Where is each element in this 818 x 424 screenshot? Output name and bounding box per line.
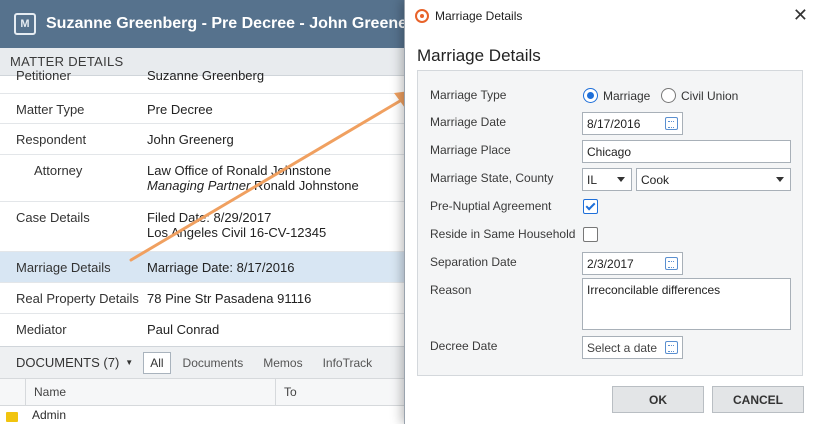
separation-date-label: Separation Date: [430, 255, 517, 269]
detail-row-attorney[interactable]: Attorney Law Office of Ronald Johnstone …: [0, 155, 410, 202]
decree-date-row: Decree Date Select a date: [418, 334, 802, 360]
detail-label: Mediator: [16, 322, 67, 337]
documents-grid-header: Name To: [0, 378, 410, 406]
detail-row-petitioner[interactable]: Petitioner Suzanne Greenberg: [0, 64, 410, 94]
documents-bar: DOCUMENTS (7) ▼ All Documents Memos Info…: [0, 346, 410, 378]
row-name: Admin: [32, 408, 67, 422]
app-logo-icon: [415, 9, 429, 23]
detail-value: John Greenerg: [147, 132, 234, 147]
marriage-form: Marriage Type Marriage Civil Union Marri…: [417, 70, 803, 376]
calendar-icon[interactable]: [665, 117, 678, 130]
separation-date-value: 2/3/2017: [587, 257, 634, 271]
radio-marriage[interactable]: [583, 88, 598, 103]
attorney-role: Managing Partner: [147, 178, 251, 193]
decree-date-input[interactable]: Select a date: [582, 336, 683, 359]
table-row[interactable]: Admin: [0, 408, 410, 424]
marriage-place-row: Marriage Place Chicago: [418, 138, 802, 164]
chevron-down-icon[interactable]: ▼: [125, 358, 133, 367]
same-household-row: Reside in Same Household: [418, 222, 802, 248]
detail-row-mediator[interactable]: Mediator Paul Conrad: [0, 314, 410, 344]
prenup-label: Pre-Nuptial Agreement: [430, 199, 552, 213]
detail-value: Paul Conrad: [147, 322, 220, 337]
separation-date-input[interactable]: 2/3/2017: [582, 252, 683, 275]
folder-icon: [6, 412, 18, 422]
attorney-firm: Law Office of Ronald Johnstone: [147, 163, 332, 178]
state-select[interactable]: IL: [582, 168, 632, 191]
calendar-icon[interactable]: [665, 341, 678, 354]
app-title: Suzanne Greenberg - Pre Decree - John Gr…: [46, 15, 456, 32]
check-icon: [585, 200, 596, 211]
marriage-type-row: Marriage Type Marriage Civil Union: [418, 83, 802, 109]
tab-all[interactable]: All: [143, 351, 171, 374]
detail-value: Suzanne Greenberg: [147, 68, 265, 83]
county-value: Cook: [641, 173, 670, 187]
marriage-date-label: Marriage Date: [430, 115, 507, 129]
state-county-label: Marriage State, County: [430, 171, 554, 185]
radio-marriage-label[interactable]: Marriage: [603, 89, 650, 103]
detail-label: Real Property Details: [16, 291, 139, 306]
same-household-label: Reside in Same Household: [430, 227, 576, 241]
state-value: IL: [587, 173, 598, 187]
cancel-button[interactable]: CANCEL: [712, 386, 804, 413]
detail-label: Petitioner: [16, 68, 71, 83]
marriage-place-label: Marriage Place: [430, 143, 511, 157]
reason-row: Reason Irreconcilable differences: [418, 278, 802, 334]
marriage-date-value: 8/17/2016: [587, 117, 641, 131]
detail-row-real-property[interactable]: Real Property Details 78 Pine Str Pasade…: [0, 283, 410, 314]
detail-value: Pre Decree: [147, 102, 213, 117]
decree-date-label: Decree Date: [430, 339, 498, 353]
tab-documents[interactable]: Documents: [183, 356, 244, 370]
marriage-place-input[interactable]: Chicago: [582, 140, 791, 163]
matter-details-list: Petitioner Suzanne Greenberg Matter Type…: [0, 64, 410, 344]
tab-infotrack[interactable]: InfoTrack: [323, 356, 373, 370]
radio-civil-union[interactable]: [661, 88, 676, 103]
detail-label: Matter Type: [16, 102, 85, 117]
detail-label: Marriage Details: [16, 260, 111, 275]
marriage-details-dialog: Marriage Details ✕ Marriage Details Marr…: [404, 0, 818, 424]
detail-label: Case Details: [16, 210, 90, 225]
attorney-contact: Managing Partner Ronald Johnstone: [147, 178, 359, 193]
chevron-down-icon: [617, 177, 625, 182]
prenup-row: Pre-Nuptial Agreement: [418, 194, 802, 220]
ok-button[interactable]: OK: [612, 386, 704, 413]
column-to[interactable]: To: [276, 385, 297, 399]
radio-civil-union-label[interactable]: Civil Union: [681, 89, 738, 103]
column-name[interactable]: Name: [26, 379, 276, 405]
close-icon[interactable]: ✕: [793, 6, 808, 24]
case-filed-date: Filed Date: 8/29/2017: [147, 210, 272, 225]
detail-label: Attorney: [34, 163, 83, 178]
detail-row-matter-type[interactable]: Matter Type Pre Decree: [0, 94, 410, 124]
chevron-down-icon: [776, 177, 784, 182]
decree-date-placeholder: Select a date: [587, 341, 658, 355]
reason-label: Reason: [430, 283, 472, 297]
attorney-name: Ronald Johnstone: [250, 178, 359, 193]
separation-date-row: Separation Date 2/3/2017: [418, 250, 802, 276]
county-select[interactable]: Cook: [636, 168, 791, 191]
detail-value: Marriage Date: 8/17/2016: [147, 260, 295, 275]
detail-row-respondent[interactable]: Respondent John Greenerg: [0, 124, 410, 155]
marriage-type-label: Marriage Type: [430, 88, 507, 102]
detail-row-marriage-details[interactable]: Marriage Details Marriage Date: 8/17/201…: [0, 252, 410, 283]
reason-textarea[interactable]: Irreconcilable differences: [582, 278, 791, 330]
tab-memos[interactable]: Memos: [263, 356, 302, 370]
prenup-checkbox[interactable]: [583, 199, 598, 214]
case-number: Los Angeles Civil 16-CV-12345: [147, 225, 327, 240]
select-all-column[interactable]: [0, 379, 26, 405]
detail-label: Respondent: [16, 132, 87, 147]
documents-title[interactable]: DOCUMENTS (7): [16, 355, 119, 370]
marriage-date-input[interactable]: 8/17/2016: [582, 112, 683, 135]
detail-value: Filed Date: 8/29/2017 Los Angeles Civil …: [147, 210, 326, 243]
dialog-titlebar: Marriage Details: [405, 0, 818, 32]
state-county-row: Marriage State, County IL Cook: [418, 166, 802, 192]
matter-icon: M: [14, 13, 36, 35]
detail-value: 78 Pine Str Pasadena 91116: [147, 291, 312, 306]
calendar-icon[interactable]: [665, 257, 678, 270]
detail-row-case-details[interactable]: Case Details Filed Date: 8/29/2017 Los A…: [0, 202, 410, 252]
detail-value: Law Office of Ronald Johnstone Managing …: [147, 163, 359, 193]
same-household-checkbox[interactable]: [583, 227, 598, 242]
marriage-date-row: Marriage Date 8/17/2016: [418, 110, 802, 136]
dialog-window-title: Marriage Details: [435, 9, 523, 23]
